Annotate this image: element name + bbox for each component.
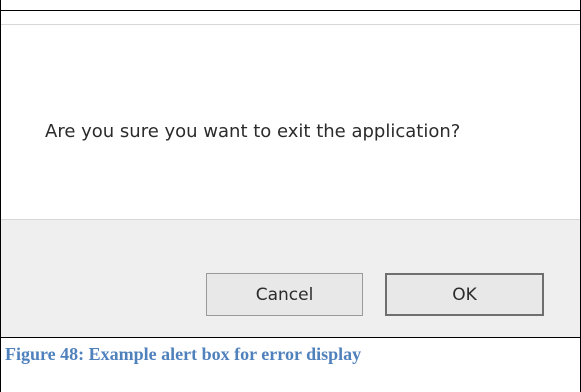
cancel-button[interactable]: Cancel: [206, 273, 363, 316]
figure-caption: Figure 48: Example alert box for error d…: [1, 337, 580, 365]
alert-dialog: Are you sure you want to exit the applic…: [1, 24, 580, 337]
dialog-button-bar: Cancel OK: [1, 219, 580, 337]
dialog-body: Are you sure you want to exit the applic…: [1, 24, 580, 219]
top-rule: [0, 10, 581, 11]
ok-button[interactable]: OK: [385, 273, 544, 316]
dialog-message: Are you sure you want to exit the applic…: [45, 121, 461, 142]
